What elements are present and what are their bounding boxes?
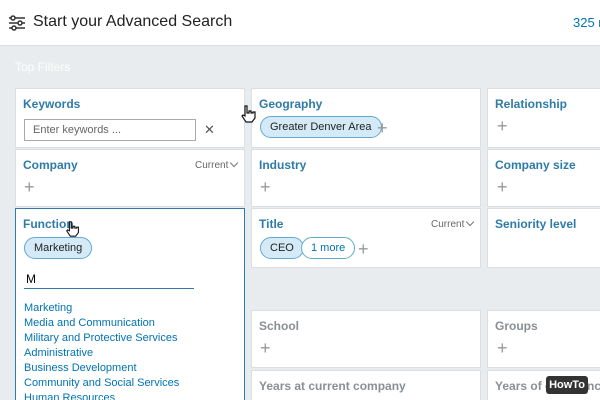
chevron-down-icon: [466, 217, 475, 227]
function-suggestion-list: Marketing Media and Communication Milita…: [24, 301, 179, 400]
title-tag[interactable]: CEO: [260, 237, 304, 259]
relationship-label: Relationship: [495, 97, 568, 111]
add-company-icon[interactable]: +: [24, 178, 35, 196]
suggestion-item[interactable]: Marketing: [24, 301, 179, 316]
groups-card: Groups +: [487, 310, 600, 368]
company-scope-dropdown[interactable]: Current: [195, 158, 239, 171]
add-relationship-icon[interactable]: +: [497, 117, 508, 135]
add-geography-icon[interactable]: +: [377, 119, 388, 137]
company-size-label: Company size: [495, 158, 576, 172]
page-title: Start your Advanced Search: [33, 13, 233, 30]
seniority-card: Seniority level: [487, 208, 600, 268]
company-scope-label: Current: [195, 160, 229, 171]
title-scope-dropdown[interactable]: Current: [431, 217, 475, 230]
keywords-input[interactable]: [24, 119, 196, 141]
seniority-label: Seniority level: [495, 217, 577, 231]
company-card: Company Current +: [15, 149, 245, 207]
school-card: School +: [251, 310, 481, 368]
suggestion-item[interactable]: Human Resources: [24, 391, 179, 400]
geography-tag[interactable]: Greater Denver Area: [260, 116, 382, 138]
suggestion-item[interactable]: Administrative: [24, 346, 179, 361]
keywords-label: Keywords: [23, 97, 81, 111]
function-tag[interactable]: Marketing: [24, 237, 93, 259]
title-label: Title: [259, 217, 284, 231]
industry-label: Industry: [259, 158, 307, 172]
add-groups-icon[interactable]: +: [497, 339, 508, 357]
search-header: Start your Advanced Search 325 r: [0, 0, 600, 46]
title-more-button[interactable]: 1 more: [301, 237, 356, 259]
section-label-top-filters: Top Filters: [15, 60, 71, 74]
years-current-label: Years at current company: [259, 379, 406, 393]
title-card: Title Current CEO 1 more +: [251, 208, 481, 268]
school-label: School: [259, 319, 300, 333]
industry-card: Industry +: [251, 149, 481, 207]
geography-card: Geography Greater Denver Area +: [251, 88, 481, 148]
suggestion-item[interactable]: Community and Social Services: [24, 376, 179, 391]
company-size-card: Company size +: [487, 149, 600, 207]
function-search-input[interactable]: [24, 269, 194, 289]
keywords-card: Keywords ✕: [15, 88, 245, 148]
pointer-hand-icon: [241, 105, 256, 123]
results-count[interactable]: 325 r: [573, 15, 600, 30]
suggestion-item[interactable]: Military and Protective Services: [24, 331, 179, 346]
add-school-icon[interactable]: +: [260, 339, 271, 357]
geography-label: Geography: [259, 97, 323, 111]
chevron-down-icon: [230, 158, 239, 168]
clear-keywords-icon[interactable]: ✕: [204, 122, 215, 138]
suggestion-item[interactable]: Media and Communication: [24, 316, 179, 331]
add-industry-icon[interactable]: +: [260, 178, 271, 196]
company-label: Company: [23, 158, 78, 172]
pointer-hand-icon: [66, 221, 79, 237]
filter-sliders-icon[interactable]: [8, 14, 26, 32]
suggestion-item[interactable]: Business Development: [24, 361, 179, 376]
function-card: Function Marketing Marketing Media and C…: [15, 208, 245, 400]
groups-label: Groups: [495, 319, 538, 333]
add-company-size-icon[interactable]: +: [497, 178, 508, 196]
howto-watermark-logo: HowTo: [546, 376, 588, 394]
years-current-card: Years at current company: [251, 370, 481, 400]
title-scope-label: Current: [431, 219, 465, 230]
add-title-icon[interactable]: +: [358, 240, 369, 258]
relationship-card: Relationship +: [487, 88, 600, 148]
